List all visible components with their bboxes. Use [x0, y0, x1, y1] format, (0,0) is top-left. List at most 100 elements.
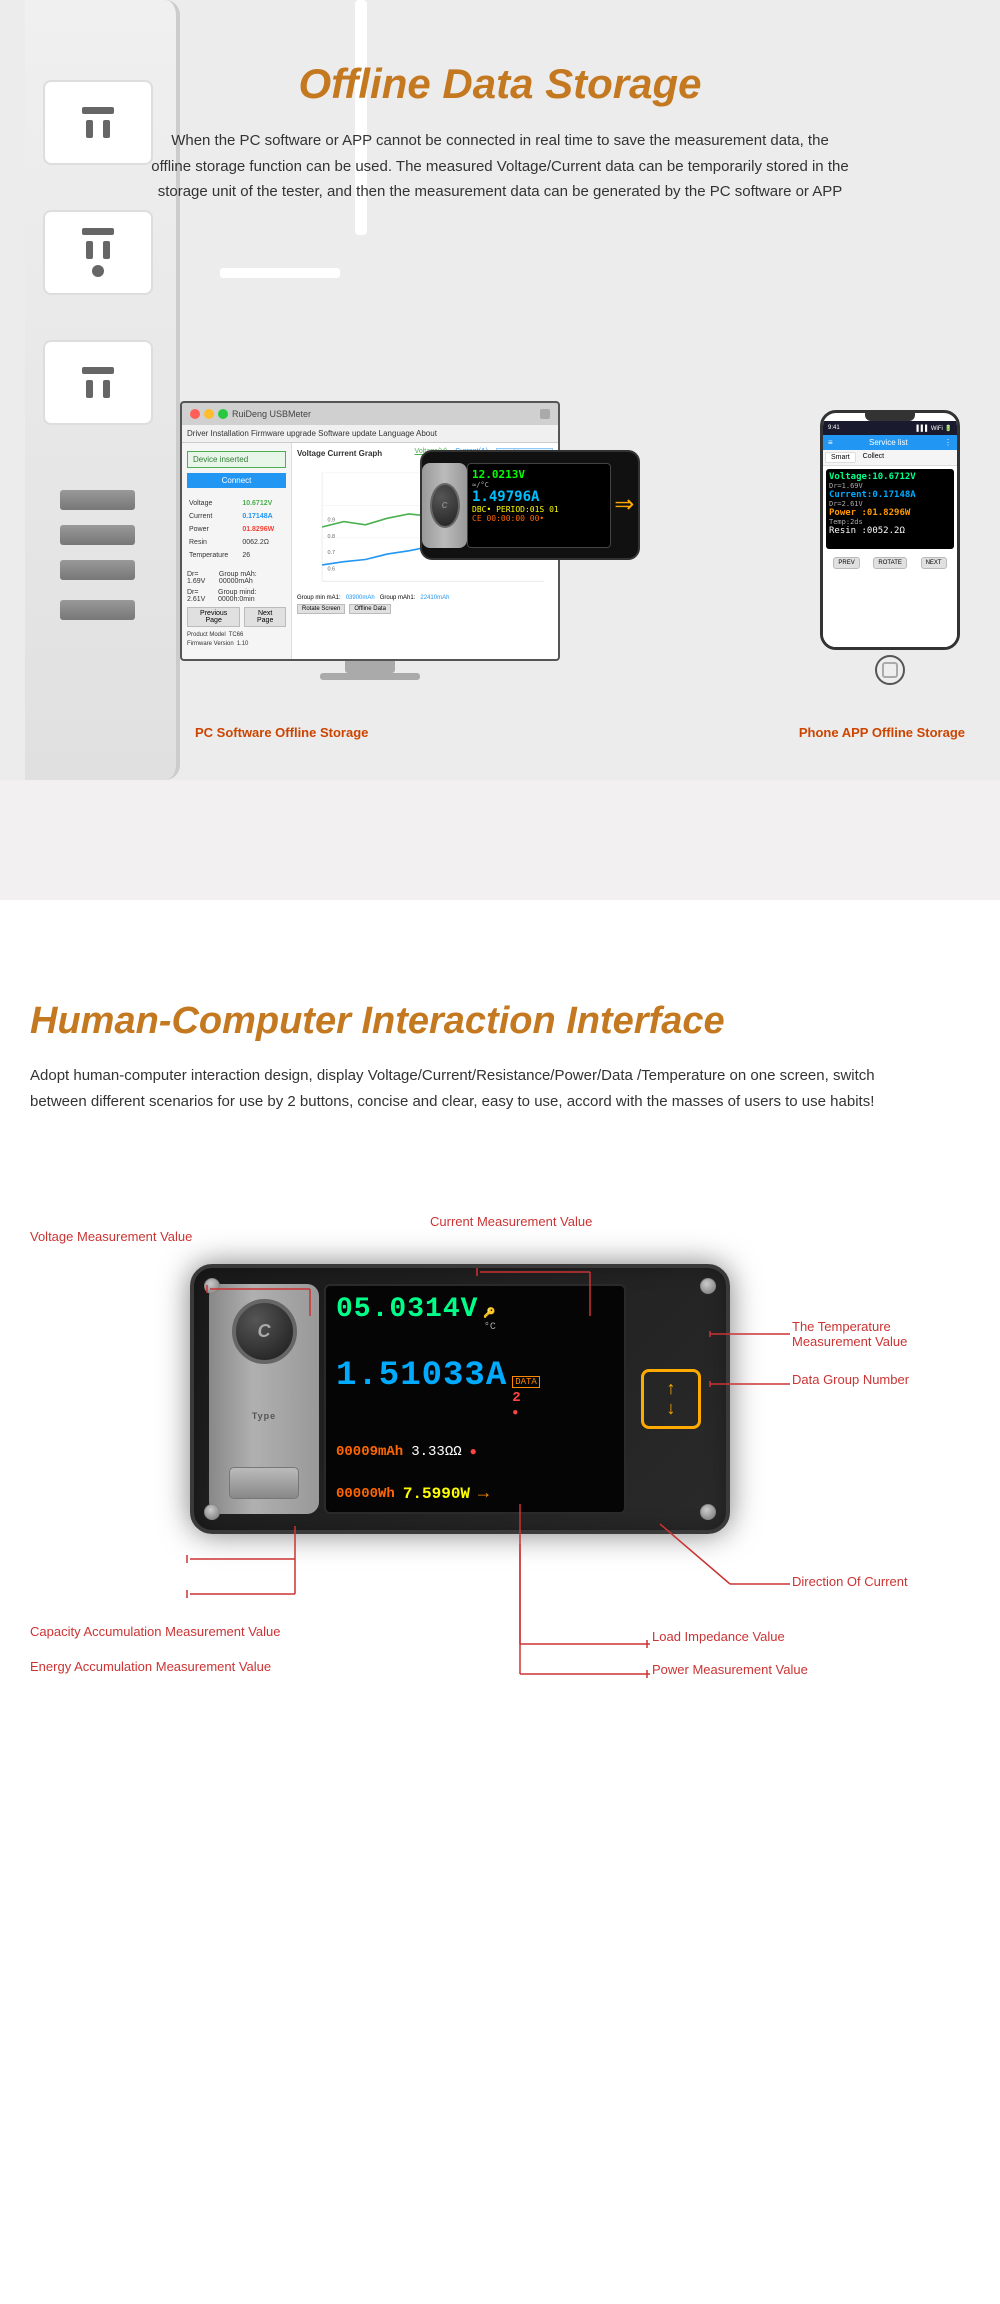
voltage-row: Voltage 10.6712V: [189, 498, 284, 509]
svg-text:0.8: 0.8: [328, 534, 336, 540]
phone-notch: [865, 413, 915, 421]
offline-title: Offline Data Storage: [0, 20, 1000, 128]
screen-volt-sup: 🔑 °C: [483, 1308, 495, 1333]
phone-more-icon[interactable]: ⋮: [944, 438, 952, 447]
screen-amp-row: 1.51033A DATA 2 ●: [336, 1357, 614, 1419]
key-symbol: 🔑: [483, 1308, 495, 1320]
power-label: Power: [189, 524, 240, 535]
monitor-sidebar: Device inserted Connect Voltage 10.6712V…: [182, 443, 292, 659]
win-close: [190, 409, 200, 419]
screen-volt-value: 05.0314V: [336, 1294, 478, 1325]
small-device-arrow: ⇒: [611, 463, 638, 548]
dr2-label: Dr= 2.61V: [187, 589, 215, 603]
arrow-down: ↓: [667, 1399, 676, 1419]
cable-right: [220, 268, 340, 278]
resin-row: Resin 0062.2Ω: [189, 537, 284, 548]
group-mAh-max-val: 22410mAh: [420, 595, 449, 601]
temp-row: Temperature 26: [189, 550, 284, 561]
monitor-base: [320, 673, 420, 680]
phone-amp: Current:0.17148A: [829, 490, 951, 500]
screw-bottom-left: [204, 1504, 220, 1520]
next-page-btn[interactable]: Next Page: [244, 607, 286, 627]
type-c-logo-small: C: [430, 483, 460, 528]
phone-tab-smart[interactable]: Smart: [825, 452, 856, 463]
prev-page-btn[interactable]: Previous Page: [187, 607, 240, 627]
device-right-side: ↑ ↓: [631, 1284, 711, 1514]
chart-group-info: Group min mA1: 03900mAh Group mAh1: 2241…: [297, 595, 553, 601]
screen-volt-row: 05.0314V 🔑 °C: [336, 1294, 614, 1333]
offline-scene-bg: Offline Data Storage When the PC softwar…: [0, 0, 1000, 780]
win-resize: [540, 409, 550, 419]
pc-storage-label: PC Software Offline Storage: [195, 725, 368, 740]
screw-top-left: [204, 1278, 220, 1294]
direction-arrows-container: ↑ ↓: [667, 1379, 676, 1419]
power-annotation-label: Power Measurement Value: [652, 1662, 808, 1677]
current-annotation-label: Current Measurement Value: [430, 1214, 592, 1229]
screen-watt-value: 7.5990W: [403, 1485, 470, 1503]
offline-storage-section: Offline Data Storage When the PC softwar…: [0, 0, 1000, 900]
arrow-icon-small: ⇒: [614, 493, 634, 517]
small-volt-display: 12.0213V: [472, 468, 606, 481]
phone-home-button[interactable]: [875, 655, 905, 685]
small-info-2: CE 00:00:00 00•: [472, 514, 606, 523]
phone-tabs: Smart Collect: [823, 450, 957, 466]
voltage-label: Voltage: [189, 498, 240, 509]
offline-data-btn[interactable]: Offline Data: [349, 604, 391, 614]
data-group-annotation-label: Data Group Number: [792, 1372, 909, 1387]
phone-signal: ▌▌▌ WiFi 🔋: [916, 425, 952, 432]
phone-tab-collect[interactable]: Collect: [858, 452, 889, 463]
phone-btn-next[interactable]: NEXT: [921, 557, 947, 569]
screen-arrow: →: [478, 1484, 489, 1504]
svg-text:0.6: 0.6: [328, 566, 336, 572]
svg-text:0.7: 0.7: [328, 550, 336, 556]
phone-time: 9:41: [828, 425, 840, 431]
power-row: Power 01.8296W: [189, 524, 284, 535]
dr-2: Dr= 2.61V Group mind: 0000h:0min: [187, 589, 286, 603]
type-c-text: C: [258, 1321, 271, 1342]
device-status: Device inserted: [187, 451, 286, 468]
win-min: [204, 409, 214, 419]
monitor-toolbar: Driver Installation Firmware upgrade Sof…: [182, 425, 558, 443]
phone-volt-sub: Dr=1.69V: [829, 482, 951, 490]
small-info-1: DBC• PERIOD:01S 01: [472, 505, 606, 514]
ohm-dot: ●: [470, 1445, 477, 1459]
voltage-chart-title: Voltage Current Graph: [297, 449, 382, 458]
hci-section: Human-Computer Interaction Interface Ado…: [0, 950, 1000, 2150]
hci-title: Human-Computer Interaction Interface: [30, 1000, 970, 1043]
phone-storage-label: Phone APP Offline Storage: [799, 725, 965, 740]
rotate-screen-btn[interactable]: Rotate Screen: [297, 604, 345, 614]
group-controls: Dr= 1.69V Group mAh: 00000mAh Dr= 2.61V …: [187, 571, 286, 603]
monitor-stand: [345, 661, 395, 673]
win-max: [218, 409, 228, 419]
group-mAh-min-label: Group min mA1:: [297, 595, 341, 601]
device-diagram: C Type 05.0314V 🔑 °C 1.51033A: [30, 1164, 980, 1914]
firmware-label: Firmware Version: [187, 641, 234, 647]
type-c-side: C Type: [209, 1284, 319, 1514]
screw-bottom-right: [700, 1504, 716, 1520]
toolbar-menu: Driver Installation Firmware upgrade Sof…: [187, 429, 437, 438]
usb-port-1: [60, 490, 135, 510]
phone-btn-rotate[interactable]: ROTATE: [873, 557, 906, 569]
home-btn-icon: [882, 662, 898, 678]
type-c-logo: C: [232, 1299, 297, 1364]
screen-row4: 00000Wh 7.5990W →: [336, 1484, 614, 1504]
temp-value: 26: [242, 550, 284, 561]
screen-ohm-value: 3.33ΩΩ: [411, 1444, 461, 1460]
dr1-group: Group mAh: 00000mAh: [219, 571, 286, 585]
phone-content: ≡ Service list ⋮ Smart Collect Voltage:1…: [823, 435, 957, 647]
usb-port-2: [60, 525, 135, 545]
phone-power-sub: Temp:2ds: [829, 518, 951, 526]
product-val: TC66: [229, 632, 244, 638]
dr-1: Dr= 1.69V Group mAh: 00000mAh: [187, 571, 286, 585]
phone-menu-icon[interactable]: ≡: [828, 438, 833, 447]
phone-amp-sub: Dr=2.61V: [829, 500, 951, 508]
connect-button[interactable]: Connect: [187, 473, 286, 488]
screen-wh-value: 00000Wh: [336, 1486, 395, 1502]
capacity-annotation-label: Capacity Accumulation Measurement Value: [30, 1624, 281, 1639]
small-device-screen: 12.0213V ≈/°C 1.49796A DBC• PERIOD:01S 0…: [467, 463, 611, 548]
phone-btn-prev[interactable]: PREV: [833, 557, 859, 569]
dr2-group: Group mind: 0000h:0min: [218, 589, 286, 603]
page-buttons: Previous Page Next Page: [187, 607, 286, 627]
offline-header: Offline Data Storage When the PC softwar…: [0, 20, 1000, 205]
screw-top-right: [700, 1278, 716, 1294]
